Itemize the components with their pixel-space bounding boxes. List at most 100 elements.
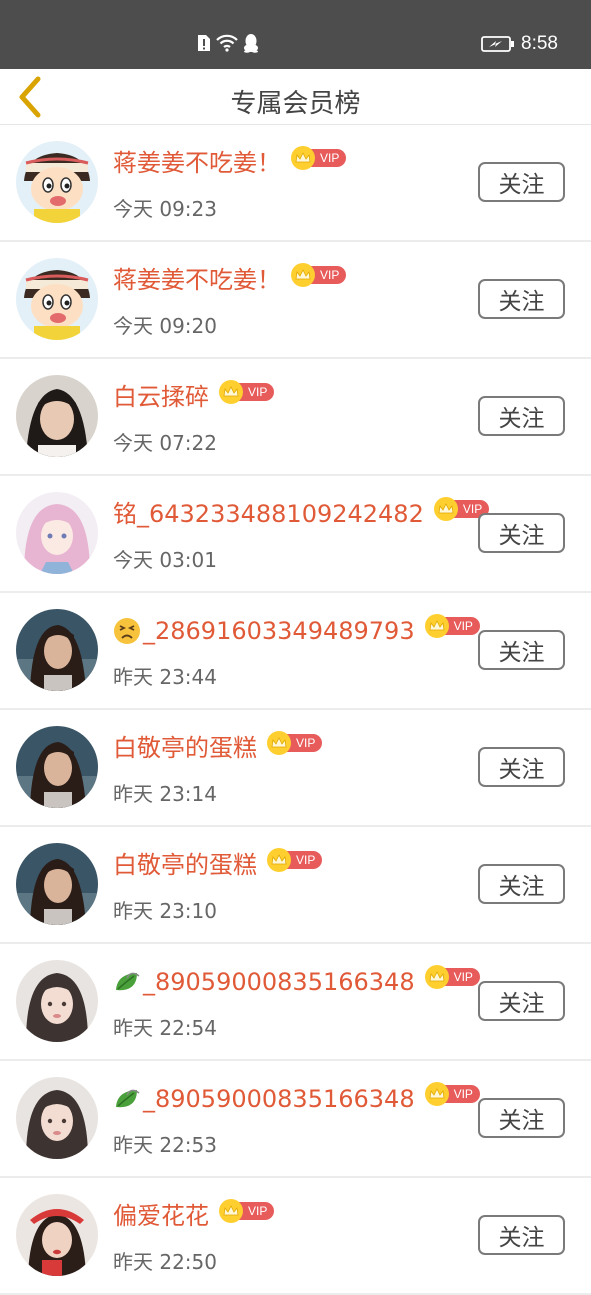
name-line: 白云揉碎 VIP: [113, 379, 275, 415]
follow-button[interactable]: 关注: [478, 279, 565, 319]
member-name: 白云揉碎: [113, 383, 209, 411]
member-row[interactable]: 铭_643233488109242482 VIP 今天 03:01 关注: [0, 476, 591, 593]
member-name: _89059000835166348: [143, 968, 415, 996]
follow-button[interactable]: 关注: [478, 396, 565, 436]
avatar[interactable]: [16, 726, 98, 808]
member-row[interactable]: _28691603349489793 VIP 昨天 23:44 关注: [0, 593, 591, 710]
avatar[interactable]: [16, 492, 98, 574]
woman-photo-avatar: [16, 843, 98, 925]
girl-red-hat-avatar: [16, 1194, 98, 1276]
cartoon-boy-avatar: [16, 141, 98, 223]
member-time: 昨天 23:44: [113, 665, 217, 689]
status-right: 8:58: [481, 32, 558, 56]
member-name: _89059000835166348: [143, 1085, 415, 1113]
crown-icon: [219, 380, 243, 404]
nav-bar: 专属会员榜: [0, 69, 591, 125]
qq-icon: [244, 34, 258, 53]
crown-icon: [267, 848, 291, 872]
vip-badge: VIP: [267, 731, 323, 755]
member-time: 昨天 22:54: [113, 1016, 217, 1040]
name-line: _89059000835166348 VIP: [113, 1081, 480, 1117]
member-row[interactable]: _89059000835166348 VIP 昨天 22:53 关注: [0, 1061, 591, 1178]
name-line: _89059000835166348 VIP: [113, 964, 480, 1000]
member-time: 昨天 22:53: [113, 1133, 217, 1157]
status-icons: [197, 32, 259, 54]
battery-charging-icon: [481, 36, 515, 52]
avatar[interactable]: [16, 609, 98, 691]
avatar[interactable]: [16, 375, 98, 457]
name-line: 白敬亭的蛋糕 VIP: [113, 730, 323, 766]
member-time: 昨天 23:10: [113, 899, 217, 923]
crown-icon: [219, 1199, 243, 1223]
member-row[interactable]: 白云揉碎 VIP 今天 07:22 关注: [0, 359, 591, 476]
status-time: 8:58: [521, 33, 558, 54]
follow-button[interactable]: 关注: [478, 864, 565, 904]
vip-badge: VIP: [291, 263, 347, 287]
woman-photo-avatar: [16, 609, 98, 691]
tired-face-emoji: [114, 618, 140, 644]
avatar[interactable]: [16, 843, 98, 925]
member-name: _28691603349489793: [143, 617, 415, 645]
cartoon-boy-avatar: [16, 258, 98, 340]
sim-alert-icon: [198, 35, 210, 51]
name-line: 铭_643233488109242482 VIP: [113, 496, 490, 532]
avatar[interactable]: [16, 1077, 98, 1159]
name-line: 偏爱花花 VIP: [113, 1198, 275, 1234]
status-bar: 8:58: [0, 0, 591, 69]
crown-icon: [424, 965, 449, 989]
painted-girl-avatar: [16, 960, 98, 1042]
avatar[interactable]: [16, 960, 98, 1042]
follow-button[interactable]: 关注: [478, 1215, 565, 1255]
crown-icon: [291, 263, 315, 287]
member-time: 今天 09:20: [113, 314, 217, 338]
avatar[interactable]: [16, 1194, 98, 1276]
member-time: 今天 03:01: [113, 548, 217, 572]
member-row[interactable]: 蒋姜姜不吃姜！ VIP 今天 09:23 关注: [0, 125, 591, 242]
vip-badge: VIP: [291, 146, 347, 170]
member-name: 白敬亭的蛋糕: [113, 851, 257, 879]
follow-button[interactable]: 关注: [478, 162, 565, 202]
follow-button[interactable]: 关注: [478, 1098, 565, 1138]
vip-badge: VIP: [424, 965, 480, 989]
wifi-icon: [216, 34, 238, 52]
crown-icon: [433, 497, 458, 521]
avatar[interactable]: [16, 258, 98, 340]
member-list: 蒋姜姜不吃姜！ VIP 今天 09:23 关注 蒋姜姜不吃姜！ VIP 今天 0…: [0, 125, 591, 1295]
woman-photo-avatar: [16, 726, 98, 808]
leaf-emoji: [116, 972, 140, 991]
member-time: 今天 07:22: [113, 431, 217, 455]
anime-girl-avatar: [16, 492, 98, 574]
member-time: 昨天 23:14: [113, 782, 217, 806]
leaf-emoji: [116, 1089, 140, 1108]
crown-icon: [424, 1082, 449, 1106]
follow-button[interactable]: 关注: [478, 630, 565, 670]
member-name: 白敬亭的蛋糕: [113, 734, 257, 762]
name-line: 白敬亭的蛋糕 VIP: [113, 847, 323, 883]
girl-photo-avatar: [16, 375, 98, 457]
member-row[interactable]: _89059000835166348 VIP 昨天 22:54 关注: [0, 944, 591, 1061]
member-time: 昨天 22:50: [113, 1250, 217, 1274]
page-title: 专属会员榜: [230, 89, 361, 119]
vip-badge: VIP: [424, 614, 480, 638]
member-row[interactable]: 偏爱花花 VIP 昨天 22:50 关注: [0, 1178, 591, 1295]
member-row[interactable]: 白敬亭的蛋糕 VIP 昨天 23:10 关注: [0, 827, 591, 944]
avatar[interactable]: [16, 141, 98, 223]
vip-badge: VIP: [267, 848, 323, 872]
crown-icon: [291, 146, 315, 170]
member-row[interactable]: 蒋姜姜不吃姜！ VIP 今天 09:20 关注: [0, 242, 591, 359]
name-line: _28691603349489793 VIP: [113, 613, 480, 649]
member-time: 今天 09:23: [113, 197, 217, 221]
crown-icon: [267, 731, 291, 755]
member-row[interactable]: 白敬亭的蛋糕 VIP 昨天 23:14 关注: [0, 710, 591, 827]
member-name: 铭_643233488109242482: [113, 500, 424, 528]
follow-button[interactable]: 关注: [478, 981, 565, 1021]
follow-button[interactable]: 关注: [478, 747, 565, 787]
follow-button[interactable]: 关注: [478, 513, 565, 553]
member-name: 蒋姜姜不吃姜！: [113, 266, 281, 294]
vip-badge: VIP: [219, 380, 275, 404]
vip-badge: VIP: [424, 1082, 480, 1106]
name-line: 蒋姜姜不吃姜！ VIP: [113, 145, 347, 181]
painted-girl-avatar: [16, 1077, 98, 1159]
name-line: 蒋姜姜不吃姜！ VIP: [113, 262, 347, 298]
crown-icon: [424, 614, 449, 638]
